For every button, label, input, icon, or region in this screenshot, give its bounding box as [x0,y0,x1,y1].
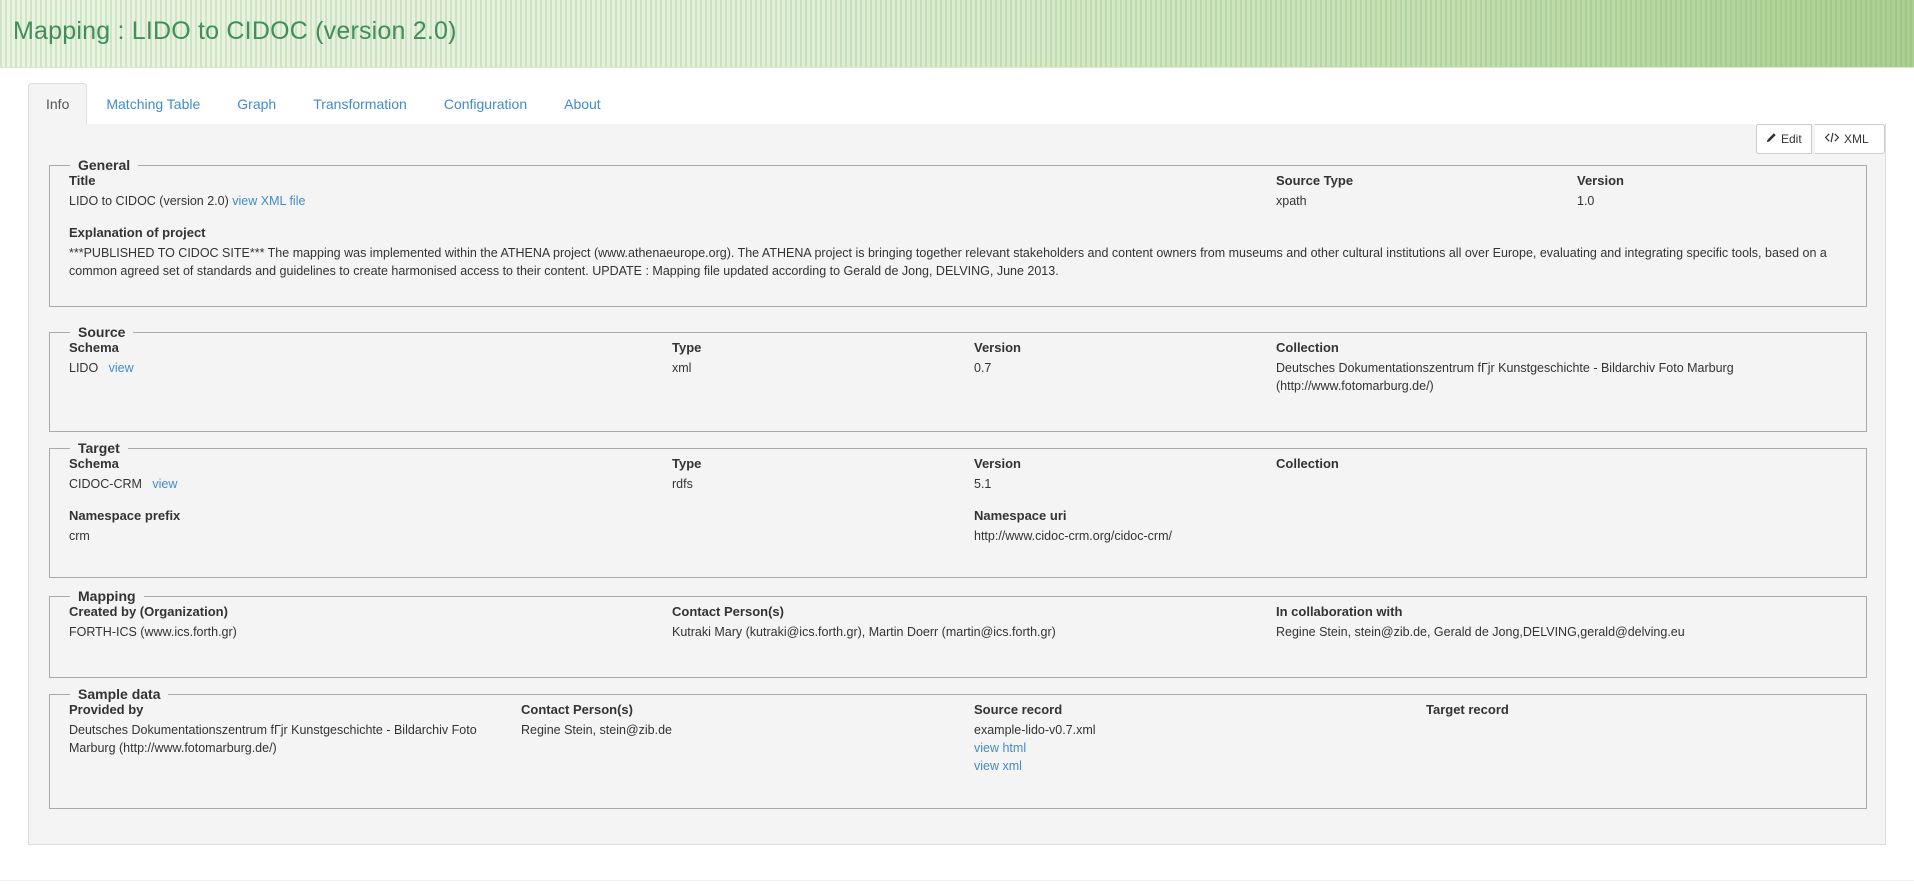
view-xml-file-link[interactable]: view XML file [232,194,305,208]
source-schema-text: LIDO [69,361,99,375]
namespace-prefix-label: Namespace prefix [69,508,181,523]
source-section: Source Schema LIDO view Type xml Version… [49,324,1867,432]
explanation-label: Explanation of project [69,225,206,240]
target-version-value: 5.1 [974,477,992,491]
namespace-prefix-value: crm [69,529,90,543]
explanation-value: ***PUBLISHED TO CIDOC SITE*** The mappin… [69,246,1827,278]
general-section: General Title LIDO to CIDOC (version 2.0… [49,157,1867,307]
view-xml-link[interactable]: view xml [974,759,1022,773]
sample-data-section: Sample data Provided by Deutsches Dokume… [49,686,1867,809]
edit-label: Edit [1781,132,1802,146]
tab-about[interactable]: About [546,83,619,124]
mapping-legend: Mapping [78,588,136,604]
footer-divider [0,880,1914,881]
target-type-label: Type [672,456,702,471]
target-record-label: Target record [1426,702,1509,717]
target-collection-label: Collection [1276,456,1339,471]
page-header: Mapping : LIDO to CIDOC (version 2.0) [0,0,1914,68]
target-schema-label: Schema [69,456,119,471]
version-value: 1.0 [1577,194,1595,208]
sample-contact-value: Regine Stein, stein@zib.de [521,723,672,737]
xml-label: XML [1844,132,1869,146]
sample-contact-label: Contact Person(s) [521,702,633,717]
source-collection-label: Collection [1276,340,1339,355]
pencil-icon [1766,132,1777,146]
title-label: Title [69,173,96,188]
collaboration-value: Regine Stein, stein@zib.de, Gerald de Jo… [1276,625,1685,639]
view-html-link[interactable]: view html [974,741,1026,755]
info-panel: Edit XML General Title LIDO to CIDOC (ve… [28,124,1886,845]
provided-by-value: Deutsches Dokumentationszentrum fГјr Kun… [69,723,477,755]
source-record-file: example-lido-v0.7.xml [974,723,1096,737]
sample-data-legend: Sample data [78,686,161,702]
title-value: LIDO to CIDOC (version 2.0) view XML fil… [69,192,305,210]
general-legend: General [78,157,131,173]
source-collection-value: Deutsches Dokumentationszentrum fГјr Kun… [1276,361,1734,393]
tab-configuration[interactable]: Configuration [426,83,545,124]
namespace-uri-label: Namespace uri [974,508,1067,523]
source-schema-label: Schema [69,340,119,355]
title-text: LIDO to CIDOC (version 2.0) [69,194,229,208]
source-type-label: Type [672,340,702,355]
mapping-contact-label: Contact Person(s) [672,604,784,619]
target-schema-value: CIDOC-CRM view [69,475,177,493]
code-icon [1824,132,1840,146]
source-record-value: example-lido-v0.7.xml view html view xml [974,721,1096,775]
tab-info[interactable]: Info [28,83,88,125]
source-version-label: Version [974,340,1021,355]
collaboration-label: In collaboration with [1276,604,1403,619]
page-title: Mapping : LIDO to CIDOC (version 2.0) [13,17,457,45]
source-legend: Source [78,324,126,340]
target-schema-text: CIDOC-CRM [69,477,142,491]
target-section: Target Schema CIDOC-CRM view Type rdfs V… [49,440,1867,578]
tab-graph[interactable]: Graph [219,83,294,124]
source-schema-value: LIDO view [69,359,134,377]
source-version-value: 0.7 [974,361,992,375]
edit-button[interactable]: Edit [1756,124,1812,154]
namespace-uri-value: http://www.cidoc-crm.org/cidoc-crm/ [974,529,1172,543]
source-record-label: Source record [974,702,1063,717]
version-label: Version [1577,173,1624,188]
mapping-section: Mapping Created by (Organization) FORTH-… [49,588,1867,678]
mapping-contact-value: Kutraki Mary (kutraki@ics.forth.gr), Mar… [672,625,1056,639]
source-type-label: Source Type [1276,173,1354,188]
target-view-link[interactable]: view [152,477,177,491]
tab-transformation[interactable]: Transformation [295,83,425,124]
target-version-label: Version [974,456,1021,471]
created-by-value: FORTH-ICS (www.ics.forth.gr) [69,625,237,639]
xml-button[interactable]: XML [1815,124,1885,154]
source-type-value: xml [672,361,692,375]
tab-bar: Info Matching Table Graph Transformation… [28,83,1886,125]
tab-matching-table[interactable]: Matching Table [88,83,218,124]
source-type-value: xpath [1276,194,1307,208]
created-by-label: Created by (Organization) [69,604,228,619]
target-type-value: rdfs [672,477,693,491]
target-legend: Target [78,440,120,456]
provided-by-label: Provided by [69,702,144,717]
source-view-link[interactable]: view [109,361,134,375]
